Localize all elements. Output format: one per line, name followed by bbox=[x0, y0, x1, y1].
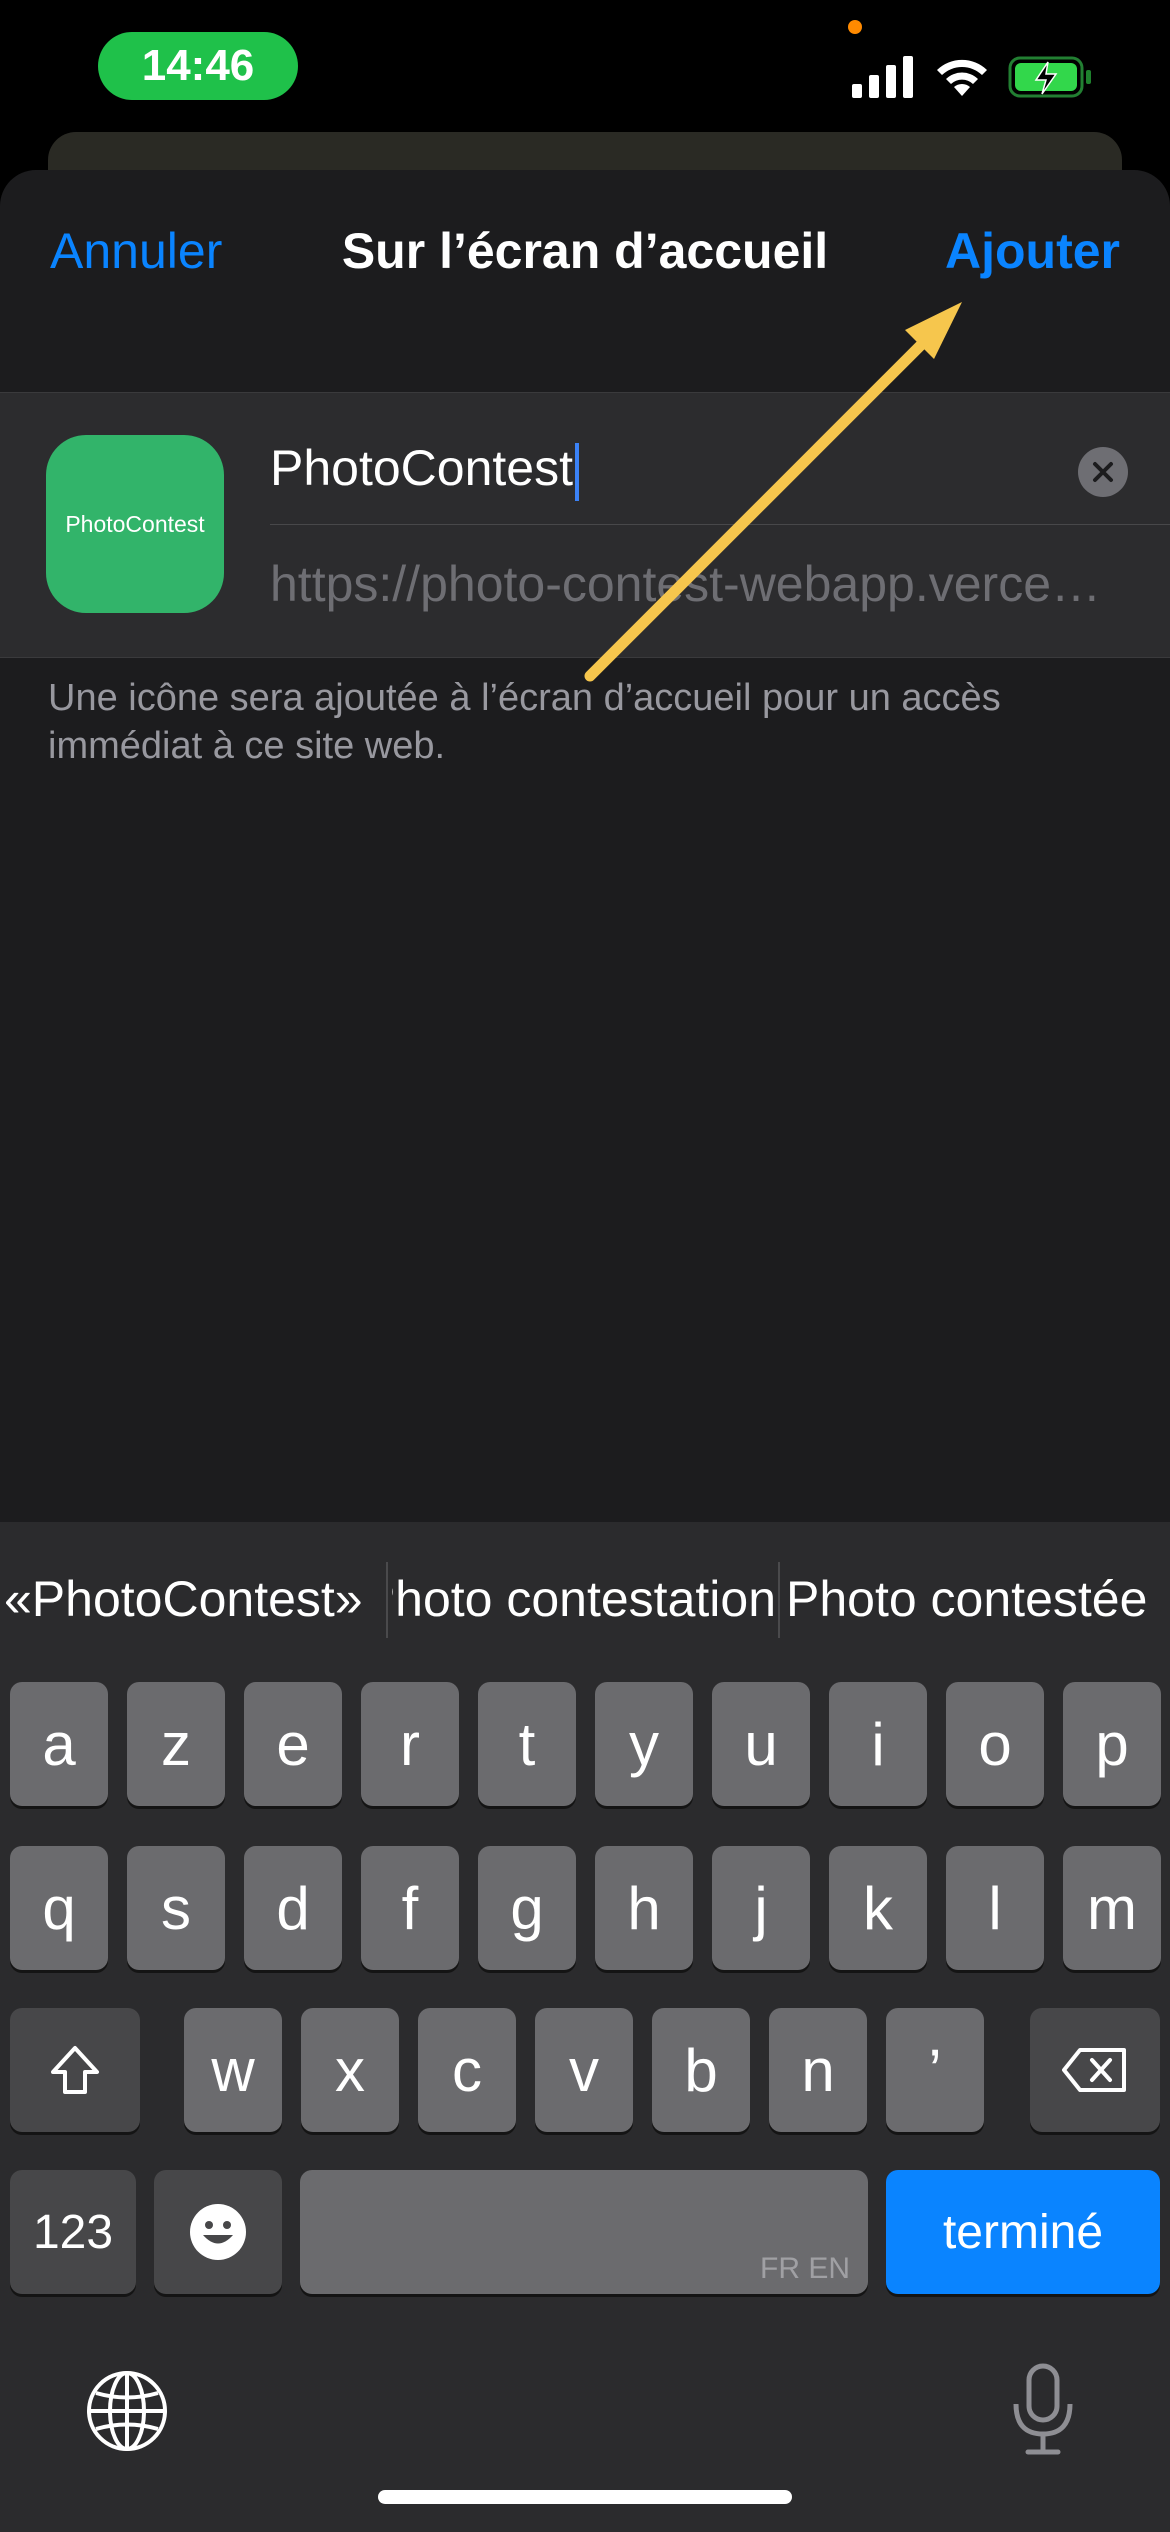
numbers-key[interactable]: 123 bbox=[10, 2170, 136, 2294]
clear-text-button[interactable] bbox=[1078, 447, 1128, 497]
key-n[interactable]: n bbox=[769, 2008, 867, 2132]
clear-icon bbox=[1093, 462, 1113, 482]
shift-key[interactable] bbox=[10, 2008, 140, 2132]
key-b[interactable]: b bbox=[652, 2008, 750, 2132]
name-field[interactable]: PhotoContest bbox=[270, 413, 1170, 525]
suggestion-divider bbox=[386, 1562, 388, 1638]
key-h[interactable]: h bbox=[595, 1846, 693, 1970]
suggestion-2[interactable]: Photo contestation bbox=[392, 1570, 776, 1628]
nav-bar: Annuler Sur l’écran d’accueil Ajouter bbox=[0, 170, 1170, 390]
key-l[interactable]: l bbox=[946, 1846, 1044, 1970]
suggestion-1[interactable]: «PhotoContest» bbox=[4, 1570, 363, 1628]
emoji-key[interactable] bbox=[154, 2170, 282, 2294]
key-j[interactable]: j bbox=[712, 1846, 810, 1970]
key-w[interactable]: w bbox=[184, 2008, 282, 2132]
microphone-icon[interactable] bbox=[1008, 2362, 1078, 2458]
shift-icon bbox=[51, 2046, 99, 2094]
key-s[interactable]: s bbox=[127, 1846, 225, 1970]
key-e[interactable]: e bbox=[244, 1682, 342, 1806]
help-text: Une icône sera ajoutée à l’écran d’accue… bbox=[48, 677, 1001, 767]
screen: 14:46 Annuler Sur l’écran d’accueil Ajou… bbox=[0, 0, 1170, 2532]
key-r[interactable]: r bbox=[361, 1682, 459, 1806]
wifi-icon bbox=[937, 59, 987, 96]
bookmark-form: PhotoContest PhotoContest https://photo-… bbox=[0, 392, 1170, 658]
key-f[interactable]: f bbox=[361, 1846, 459, 1970]
suggestion-bar: «PhotoContest» Photo contestation Photo … bbox=[0, 1522, 1170, 1678]
space-key[interactable]: FR EN bbox=[300, 2170, 868, 2294]
key-d[interactable]: d bbox=[244, 1846, 342, 1970]
key-o[interactable]: o bbox=[946, 1682, 1044, 1806]
key-k[interactable]: k bbox=[829, 1846, 927, 1970]
key-a[interactable]: a bbox=[10, 1682, 108, 1806]
key-g[interactable]: g bbox=[478, 1846, 576, 1970]
key-i[interactable]: i bbox=[829, 1682, 927, 1806]
key-t[interactable]: t bbox=[478, 1682, 576, 1806]
key-apostrophe[interactable]: ’ bbox=[886, 2008, 984, 2132]
suggestion-divider bbox=[778, 1562, 780, 1638]
space-language-label: FR EN bbox=[760, 2252, 850, 2285]
delete-key[interactable] bbox=[1030, 2008, 1160, 2132]
name-input-value: PhotoContest bbox=[270, 440, 573, 496]
backspace-icon bbox=[1062, 2048, 1126, 2092]
key-c[interactable]: c bbox=[418, 2008, 516, 2132]
home-indicator[interactable] bbox=[378, 2490, 792, 2504]
app-icon-label: PhotoContest bbox=[65, 510, 205, 537]
key-q[interactable]: q bbox=[10, 1846, 108, 1970]
key-v[interactable]: v bbox=[535, 2008, 633, 2132]
status-time[interactable]: 14:46 bbox=[98, 32, 298, 100]
key-x[interactable]: x bbox=[301, 2008, 399, 2132]
signal-icon bbox=[852, 56, 913, 98]
key-u[interactable]: u bbox=[712, 1682, 810, 1806]
emoji-icon bbox=[190, 2204, 246, 2260]
name-input[interactable]: PhotoContest bbox=[270, 439, 579, 501]
privacy-indicator-dot bbox=[848, 20, 862, 34]
text-caret bbox=[574, 442, 579, 501]
key-y[interactable]: y bbox=[595, 1682, 693, 1806]
add-button[interactable]: Ajouter bbox=[945, 222, 1120, 280]
app-icon-preview: PhotoContest bbox=[46, 435, 224, 613]
key-m[interactable]: m bbox=[1063, 1846, 1161, 1970]
battery-charging-icon bbox=[1008, 56, 1091, 98]
url-field: https://photo-contest-webapp.vercel.app bbox=[270, 556, 1110, 612]
status-bar: 14:46 bbox=[0, 0, 1170, 150]
globe-icon[interactable] bbox=[82, 2366, 172, 2456]
key-z[interactable]: z bbox=[127, 1682, 225, 1806]
done-key[interactable]: terminé bbox=[886, 2170, 1160, 2294]
key-p[interactable]: p bbox=[1063, 1682, 1161, 1806]
suggestion-3[interactable]: Photo contestée bbox=[786, 1570, 1147, 1628]
